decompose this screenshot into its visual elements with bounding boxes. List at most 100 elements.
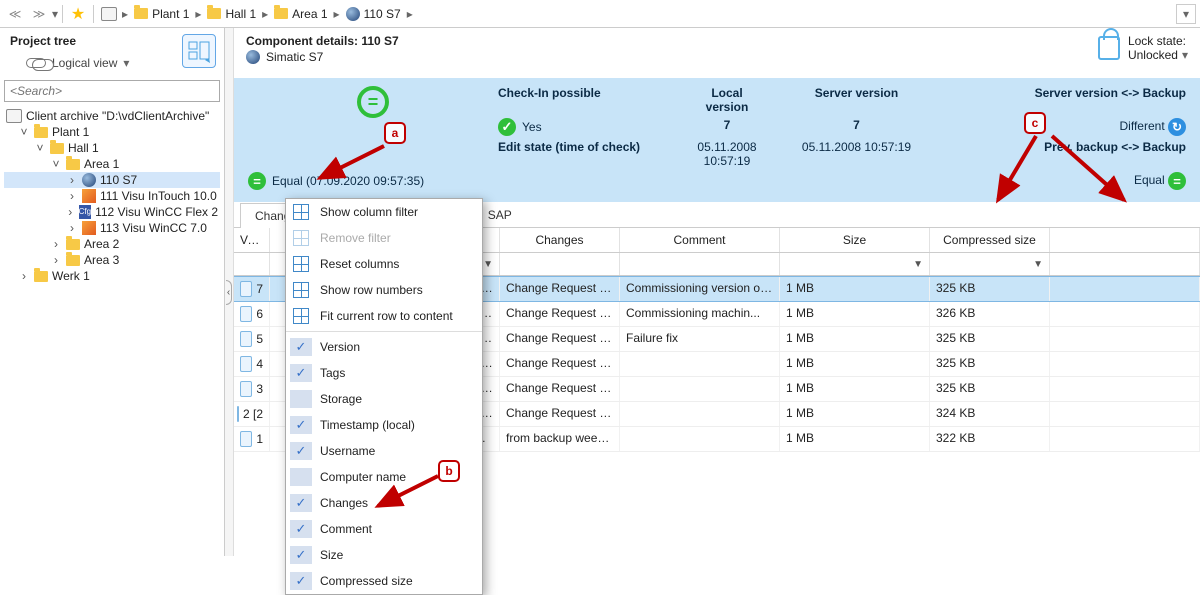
menu-col-compressed-size[interactable]: ✓Compressed size: [286, 568, 482, 594]
s7-icon: [246, 50, 260, 64]
grid-reset-icon: [293, 256, 309, 272]
filter-dropdown-icon[interactable]: ▼: [913, 259, 923, 270]
tree-node-area3[interactable]: ›Area 3: [4, 252, 220, 268]
collapse-left-icon: ‹: [226, 280, 232, 305]
col-changes[interactable]: Changes: [500, 228, 620, 252]
intouch-icon: [82, 189, 96, 203]
menu-reset-columns[interactable]: Reset columns: [286, 251, 482, 277]
version-icon: [240, 431, 252, 447]
check-icon: ✓: [498, 118, 516, 136]
chevron-down-icon: ▾: [1182, 48, 1188, 62]
check-icon: ✓: [296, 547, 307, 563]
wincc-flex-icon: Cfg: [79, 205, 91, 219]
splitter-handle[interactable]: ‹: [225, 28, 234, 556]
menu-remove-filter: Remove filter: [286, 225, 482, 251]
menu-show-column-filter[interactable]: Show column filter: [286, 199, 482, 225]
menu-col-version[interactable]: ✓Version: [286, 334, 482, 360]
version-icon: [240, 381, 252, 397]
check-icon: ✓: [296, 521, 307, 537]
arrow-c-right: [1044, 130, 1134, 208]
chevron-down-icon[interactable]: ▾: [1176, 4, 1196, 24]
tree-node-area2[interactable]: ›Area 2: [4, 236, 220, 252]
version-icon: [240, 306, 252, 322]
layout-switch-button[interactable]: [182, 34, 216, 68]
arrow-c-left: [988, 130, 1048, 208]
equal-badge-icon: =: [248, 172, 266, 190]
project-tree-panel: Project tree Logical view ▾ Client archi…: [0, 28, 225, 556]
tree-node-113[interactable]: ›113 Visu WinCC 7.0: [4, 220, 220, 236]
tree-node-110s7[interactable]: ›110 S7: [4, 172, 220, 188]
favorite-button[interactable]: ★: [67, 3, 89, 25]
component-title: Component details: 110 S7: [246, 34, 1098, 48]
archive-icon: [6, 109, 22, 123]
tree-node-werk1[interactable]: ›Werk 1: [4, 268, 220, 284]
chevron-right-icon: ▸: [122, 7, 128, 21]
search-input[interactable]: [4, 80, 220, 102]
layout-icon: [187, 39, 211, 63]
equal-icon: =: [357, 86, 389, 118]
tree-search[interactable]: [4, 80, 220, 102]
filter-dropdown-icon[interactable]: ▼: [1033, 259, 1043, 270]
tree: Client archive "D:\vdClientArchive" ˅Pla…: [0, 104, 224, 556]
check-icon: ✓: [296, 443, 307, 459]
version-icon: [240, 356, 252, 372]
menu-col-timestamp[interactable]: ✓Timestamp (local): [286, 412, 482, 438]
chevron-right-icon: ▸: [334, 7, 340, 21]
lock-open-icon: [1098, 36, 1120, 60]
s7-icon: [82, 173, 96, 187]
component-type: Simatic S7: [266, 50, 323, 64]
column-context-menu: Show column filter Remove filter Reset c…: [285, 198, 483, 595]
tree-node-111[interactable]: ›111 Visu InTouch 10.0: [4, 188, 220, 204]
menu-col-tags[interactable]: ✓Tags: [286, 360, 482, 386]
menu-col-size[interactable]: ✓Size: [286, 542, 482, 568]
col-comment[interactable]: Comment: [620, 228, 780, 252]
wincc-icon: [82, 221, 96, 235]
callout-b: b: [438, 460, 460, 482]
equal-badge-icon: =: [1168, 172, 1186, 190]
check-icon: ✓: [296, 365, 307, 381]
grid-filter-off-icon: [293, 230, 309, 246]
different-icon: ↻: [1168, 118, 1186, 136]
check-icon: ✓: [296, 417, 307, 433]
tree-node-area1[interactable]: ˅Area 1: [4, 156, 220, 172]
grid-numbers-icon: [293, 282, 309, 298]
check-icon: ✓: [296, 573, 307, 589]
tree-node-plant1[interactable]: ˅Plant 1: [4, 124, 220, 140]
arrow-b: [370, 470, 444, 514]
root-toggle-button[interactable]: [98, 3, 120, 25]
col-compressed-size[interactable]: Compressed size: [930, 228, 1050, 252]
breadcrumb-toolbar: ≪ ≫ ▾ ★ ▸ Plant 1 ▸ Hall 1 ▸ Area 1 ▸ 11…: [0, 0, 1200, 28]
callout-a: a: [384, 122, 406, 144]
crumb-component[interactable]: 110 S7: [342, 7, 405, 21]
chevron-down-icon[interactable]: ▾: [52, 7, 58, 21]
menu-col-storage[interactable]: Storage: [286, 386, 482, 412]
check-icon: ✓: [296, 339, 307, 355]
version-icon: [240, 281, 252, 297]
nav-forward-button[interactable]: ≫: [28, 3, 50, 25]
version-icon: [240, 331, 252, 347]
check-icon: ✓: [296, 495, 307, 511]
grid-filter-icon: [293, 204, 309, 220]
crumb-hall1[interactable]: Hall 1: [203, 7, 260, 21]
filter-dropdown-icon[interactable]: ▼: [483, 259, 493, 270]
arrow-a: [312, 140, 390, 186]
crumb-area1[interactable]: Area 1: [270, 7, 331, 21]
lock-state[interactable]: Lock state: Unlocked▾: [1098, 34, 1188, 62]
menu-col-comment[interactable]: ✓Comment: [286, 516, 482, 542]
col-version[interactable]: Vers: [234, 228, 270, 252]
chevron-right-icon: ▸: [407, 7, 413, 21]
tree-node-112[interactable]: ›Cfg112 Visu WinCC Flex 2: [4, 204, 220, 220]
callout-c: c: [1024, 112, 1046, 134]
menu-fit-row[interactable]: Fit current row to content: [286, 303, 482, 329]
chevron-right-icon: ▸: [195, 7, 201, 21]
grid-fit-icon: [293, 308, 309, 324]
tree-node-hall1[interactable]: ˅Hall 1: [4, 140, 220, 156]
s7-icon: [346, 7, 360, 21]
nav-back-button[interactable]: ≪: [4, 3, 26, 25]
col-size[interactable]: Size: [780, 228, 930, 252]
chevron-right-icon: ▸: [262, 7, 268, 21]
crumb-plant1[interactable]: Plant 1: [130, 7, 193, 21]
tree-root[interactable]: Client archive "D:\vdClientArchive": [4, 108, 220, 124]
menu-show-row-numbers[interactable]: Show row numbers: [286, 277, 482, 303]
version-icon: [237, 406, 239, 422]
